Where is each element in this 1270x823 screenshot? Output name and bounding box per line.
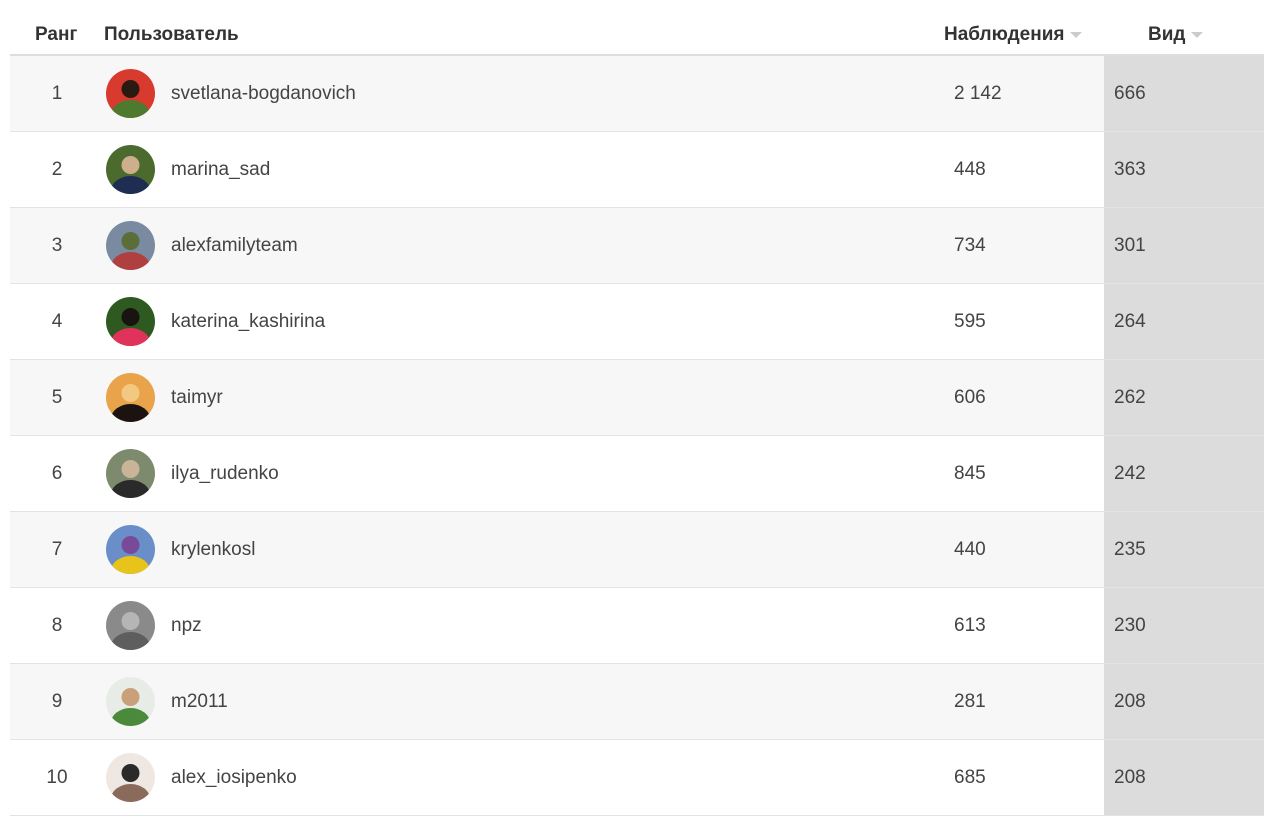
username-link[interactable]: npz xyxy=(171,588,202,663)
species-header-label: Вид xyxy=(1148,24,1186,45)
observations-count: 685 xyxy=(954,766,986,788)
observations-count: 440 xyxy=(954,538,986,560)
table-row: 6 ilya_rudenko 845 242 xyxy=(10,436,1264,512)
table-row: 9 m2011 281 208 xyxy=(10,664,1264,740)
rank-cell: 2 xyxy=(51,158,63,180)
table-row: 1 svetlana-bogdanovich 2 142 666 xyxy=(10,56,1264,132)
column-header-observations[interactable]: Наблюдения xyxy=(944,24,1083,46)
rank-cell: 5 xyxy=(51,386,63,408)
species-count: 262 xyxy=(1114,386,1146,408)
table-row: 3 alexfamilyteam 734 301 xyxy=(10,208,1264,284)
column-header-rank: Ранг xyxy=(35,24,78,45)
rank-cell: 9 xyxy=(51,690,63,712)
avatar[interactable] xyxy=(106,221,155,270)
sort-caret-icon xyxy=(1070,31,1083,38)
avatar-cell[interactable] xyxy=(106,436,155,511)
rank-cell: 4 xyxy=(51,310,63,332)
username-link[interactable]: alex_iosipenko xyxy=(171,740,297,815)
observations-count: 281 xyxy=(954,690,986,712)
column-header-user: Пользователь xyxy=(104,24,239,45)
avatar-cell[interactable] xyxy=(106,208,155,283)
avatar-cell[interactable] xyxy=(106,512,155,587)
username-link[interactable]: ilya_rudenko xyxy=(171,436,279,511)
avatar-cell[interactable] xyxy=(106,56,155,131)
rank-cell: 6 xyxy=(51,462,63,484)
avatar[interactable] xyxy=(106,373,155,422)
avatar[interactable] xyxy=(106,297,155,346)
column-header-species[interactable]: Вид xyxy=(1148,24,1204,46)
avatar[interactable] xyxy=(106,145,155,194)
table-row: 7 krylenkosl 440 235 xyxy=(10,512,1264,588)
observations-count: 845 xyxy=(954,462,986,484)
species-count: 363 xyxy=(1114,158,1146,180)
username-link[interactable]: taimyr xyxy=(171,360,223,435)
species-count: 230 xyxy=(1114,614,1146,636)
rank-cell: 3 xyxy=(51,234,63,256)
username-link[interactable]: krylenkosl xyxy=(171,512,255,587)
username-link[interactable]: katerina_kashirina xyxy=(171,284,325,359)
observations-header-label: Наблюдения xyxy=(944,24,1065,45)
table-row: 5 taimyr 606 262 xyxy=(10,360,1264,436)
avatar-cell[interactable] xyxy=(106,664,155,739)
sort-caret-icon xyxy=(1191,31,1204,38)
username-link[interactable]: svetlana-bogdanovich xyxy=(171,56,356,131)
table-row: 4 katerina_kashirina 595 264 xyxy=(10,284,1264,360)
rank-cell: 8 xyxy=(51,614,63,636)
username-link[interactable]: alexfamilyteam xyxy=(171,208,298,283)
table-header: Ранг Пользователь Наблюдения Вид xyxy=(10,0,1264,56)
observations-count: 613 xyxy=(954,614,986,636)
leaderboard-table: Ранг Пользователь Наблюдения Вид 1 svetla… xyxy=(10,0,1264,816)
observations-count: 448 xyxy=(954,158,986,180)
avatar[interactable] xyxy=(106,525,155,574)
avatar[interactable] xyxy=(106,449,155,498)
table-row: 8 npz 613 230 xyxy=(10,588,1264,664)
species-count: 208 xyxy=(1114,766,1146,788)
species-count: 301 xyxy=(1114,234,1146,256)
observations-count: 606 xyxy=(954,386,986,408)
avatar[interactable] xyxy=(106,753,155,802)
species-count: 208 xyxy=(1114,690,1146,712)
avatar-cell[interactable] xyxy=(106,284,155,359)
species-count: 242 xyxy=(1114,462,1146,484)
avatar-cell[interactable] xyxy=(106,360,155,435)
observations-count: 2 142 xyxy=(954,82,1002,104)
avatar[interactable] xyxy=(106,69,155,118)
species-count: 264 xyxy=(1114,310,1146,332)
table-row: 10 alex_iosipenko 685 208 xyxy=(10,740,1264,816)
table-body: 1 svetlana-bogdanovich 2 142 666 2 marina_sad… xyxy=(10,56,1264,816)
avatar-cell[interactable] xyxy=(106,132,155,207)
observations-count: 595 xyxy=(954,310,986,332)
table-row: 2 marina_sad 448 363 xyxy=(10,132,1264,208)
username-link[interactable]: m2011 xyxy=(171,664,228,739)
rank-cell: 10 xyxy=(46,766,68,788)
avatar-cell[interactable] xyxy=(106,740,155,815)
rank-cell: 1 xyxy=(51,82,63,104)
username-link[interactable]: marina_sad xyxy=(171,132,270,207)
rank-cell: 7 xyxy=(51,538,63,560)
observations-count: 734 xyxy=(954,234,986,256)
avatar[interactable] xyxy=(106,601,155,650)
avatar-cell[interactable] xyxy=(106,588,155,663)
avatar[interactable] xyxy=(106,677,155,726)
species-count: 666 xyxy=(1114,82,1146,104)
species-count: 235 xyxy=(1114,538,1146,560)
